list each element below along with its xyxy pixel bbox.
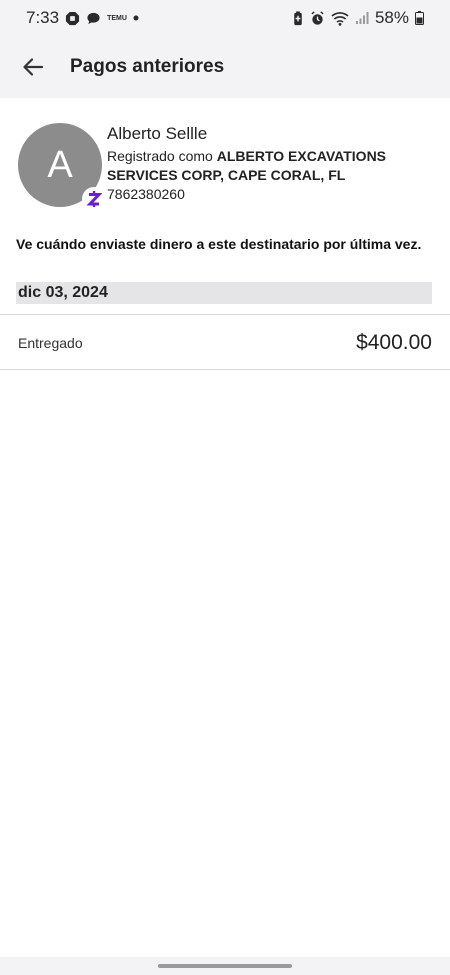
- system-nav-bar: [0, 957, 450, 975]
- zelle-badge: [82, 187, 106, 211]
- chat-icon: [86, 11, 101, 26]
- home-indicator[interactable]: [158, 964, 292, 968]
- status-left: 7:33 TEMU: [26, 8, 139, 28]
- chase-icon: [65, 11, 80, 26]
- signal-icon: [355, 11, 369, 25]
- temu-icon: TEMU: [107, 15, 127, 22]
- recipient-registered: Registrado como ALBERTO EXCAVATIONS SERV…: [107, 147, 437, 185]
- battery-icon: [415, 11, 424, 25]
- status-time: 7:33: [26, 8, 60, 27]
- divider: [0, 314, 450, 315]
- recipient-info: Alberto Sellle Registrado como ALBERTO E…: [107, 124, 437, 202]
- wifi-icon: [331, 11, 349, 26]
- page-title: Pagos anteriores: [70, 56, 225, 77]
- app-header: Pagos anteriores: [0, 36, 450, 98]
- history-description: Ve cuándo enviaste dinero a este destina…: [16, 236, 422, 252]
- status-right: 58%: [292, 8, 424, 28]
- dot-icon: [133, 15, 139, 21]
- temu-label: TEMU: [107, 14, 127, 22]
- zelle-icon: [86, 191, 102, 207]
- date-header: dic 03, 2024: [16, 282, 432, 304]
- recipient-card: A Alberto Sellle Registrado como ALBERTO…: [0, 118, 450, 218]
- alarm-icon: [310, 10, 325, 26]
- battery-percentage: 58%: [374, 8, 409, 27]
- status-bar: 7:33 TEMU 58%: [0, 0, 450, 36]
- arrow-left-icon: [23, 58, 44, 76]
- payment-status: Entregado: [18, 334, 83, 351]
- battery-saver-icon: [292, 10, 304, 26]
- avatar-initial: A: [47, 143, 73, 186]
- registered-prefix: Registrado como: [107, 148, 217, 164]
- payment-row[interactable]: Entregado $400.00: [0, 316, 450, 369]
- payment-amount: $400.00: [356, 330, 432, 354]
- recipient-name: Alberto Sellle: [107, 124, 208, 143]
- divider: [0, 369, 450, 370]
- back-button[interactable]: [13, 47, 53, 87]
- recipient-phone: 7862380260: [107, 186, 185, 202]
